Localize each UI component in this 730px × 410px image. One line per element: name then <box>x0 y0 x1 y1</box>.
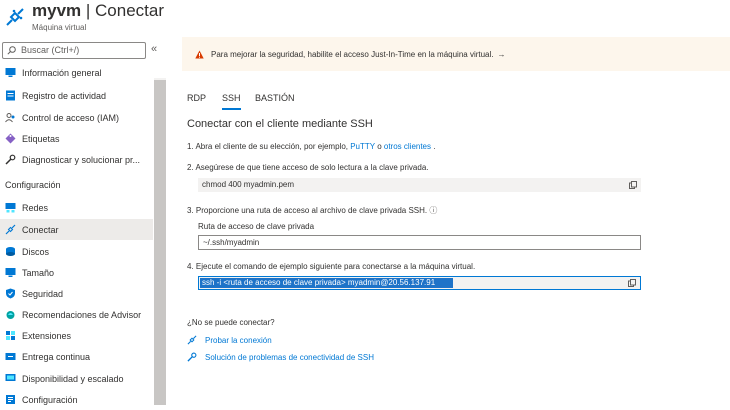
step-1: 1. Abra el cliente de su elección, por e… <box>187 142 435 151</box>
warning-icon <box>195 50 204 58</box>
tab-rdp[interactable]: RDP <box>187 93 206 103</box>
sidebar-item-label: Redes <box>22 202 49 213</box>
network-icon <box>5 203 16 213</box>
people-icon <box>5 113 15 123</box>
step-3: 3. Proporcione una ruta de acceso al arc… <box>187 205 437 216</box>
sidebar-item-entrega-continua[interactable]: Entrega continua <box>0 346 153 367</box>
sidebar-item-etiquetas[interactable]: Etiquetas <box>0 128 153 149</box>
sidebar-item-extensiones[interactable]: Extensiones <box>0 325 153 346</box>
availability-icon <box>5 374 16 381</box>
sidebar-item-label: Seguridad <box>22 288 64 299</box>
sidebar-scroll-thumb[interactable] <box>154 80 166 405</box>
sidebar-item-tamano[interactable]: Tamaño <box>0 262 153 283</box>
wrench-icon <box>5 154 16 165</box>
tab-bastion[interactable]: BASTIÓN <box>255 93 295 103</box>
search-icon <box>7 46 16 55</box>
sidebar-item-label: Tamaño <box>22 267 55 278</box>
activity-log-icon <box>6 90 15 101</box>
connect-icon <box>5 224 16 235</box>
tag-icon <box>5 133 16 144</box>
sidebar-item-diagnosticar[interactable]: Diagnosticar y solucionar pr... <box>0 149 153 170</box>
test-connection-label: Probar la conexión <box>205 335 272 345</box>
step-1-suffix: . <box>431 142 436 151</box>
page-title-text: Conectar <box>95 1 164 20</box>
step-3-text: 3. Proporcione una ruta de acceso al arc… <box>187 206 428 215</box>
sidebar-item-control-acceso[interactable]: Control de acceso (IAM) <box>0 107 153 128</box>
page-header: myvm | Conectar Máquina virtual <box>0 0 730 36</box>
key-path-input[interactable]: ~/.ssh/myadmin <box>198 235 641 250</box>
copy-icon[interactable] <box>628 279 636 287</box>
banner-text: Para mejorar la seguridad, habilite el a… <box>211 49 494 59</box>
disk-icon <box>6 247 15 256</box>
jit-banner[interactable]: Para mejorar la seguridad, habilite el a… <box>182 37 730 71</box>
sidebar-item-disponibilidad[interactable]: Disponibilidad y escalado <box>0 368 153 389</box>
section-title: Conectar con el cliente mediante SSH <box>187 118 373 130</box>
sidebar-item-label: Registro de actividad <box>22 90 107 101</box>
connect-icon <box>6 8 24 26</box>
sidebar-item-label: Configuración <box>22 394 78 405</box>
title-separator: | <box>81 1 96 20</box>
wrench-icon <box>187 352 197 362</box>
step-4: 4. Ejecute el comando de ejemplo siguien… <box>187 262 476 271</box>
sidebar-item-informacion-general[interactable]: Información general <box>0 62 153 83</box>
sidebar-item-discos[interactable]: Discos <box>0 241 153 262</box>
chmod-command: chmod 400 myadmin.pem <box>202 180 295 189</box>
troubleshoot-ssh-link[interactable]: Solución de problemas de conectividad de… <box>187 352 374 362</box>
sidebar-item-label: Información general <box>22 67 102 78</box>
sidebar-item-configuracion[interactable]: Configuración <box>0 389 153 410</box>
test-connection-link[interactable]: Probar la conexión <box>187 335 272 345</box>
monitor-icon <box>5 268 16 277</box>
sidebar-item-label: Diagnosticar y solucionar pr... <box>22 154 141 165</box>
sidebar-item-label: Extensiones <box>22 330 72 341</box>
info-icon[interactable]: ⓘ <box>429 206 437 215</box>
collapse-sidebar-button[interactable]: « <box>151 43 157 55</box>
sidebar-item-label: Recomendaciones de Advisor <box>22 309 142 320</box>
page-title: myvm | Conectar <box>32 1 164 21</box>
advisor-icon <box>6 311 15 319</box>
ssh-command[interactable]: ssh -i <ruta de acceso de clave privada>… <box>200 278 453 288</box>
step-1-prefix: 1. Abra el cliente de su elección, por e… <box>187 142 351 151</box>
step-2: 2. Asegúrese de que tiene acceso de solo… <box>187 163 429 172</box>
step-1-or: o <box>374 142 384 151</box>
other-clients-link[interactable]: otros clientes <box>384 142 431 151</box>
sidebar: Buscar (Ctrl+/) « Información general Re… <box>0 40 168 405</box>
sidebar-item-label: Conectar <box>22 224 59 235</box>
troubleshoot-ssh-label: Solución de problemas de conectividad de… <box>205 352 374 362</box>
tab-ssh[interactable]: SSH <box>222 93 241 110</box>
sidebar-item-label: Etiquetas <box>22 133 60 144</box>
sidebar-item-advisor[interactable]: Recomendaciones de Advisor <box>0 304 153 325</box>
monitor-icon <box>5 68 16 77</box>
shield-icon <box>6 288 15 299</box>
search-input[interactable]: Buscar (Ctrl+/) <box>2 42 146 59</box>
ssh-command-box[interactable]: ssh -i <ruta de acceso de clave privada>… <box>198 276 641 290</box>
sidebar-item-conectar[interactable]: Conectar <box>0 219 153 240</box>
copy-icon[interactable] <box>629 181 637 189</box>
delivery-icon <box>5 353 16 360</box>
chmod-command-box[interactable]: chmod 400 myadmin.pem <box>198 178 641 192</box>
sidebar-item-label: Discos <box>22 246 50 257</box>
config-icon <box>6 395 15 404</box>
vm-name: myvm <box>32 1 82 20</box>
extensions-icon <box>6 331 15 340</box>
sidebar-scrollbar[interactable] <box>154 78 166 405</box>
key-path-label: Ruta de acceso de clave privada <box>198 222 315 231</box>
sidebar-item-redes[interactable]: Redes <box>0 197 153 218</box>
sidebar-item-label: Entrega continua <box>22 351 91 362</box>
sidebar-item-label: Control de acceso (IAM) <box>22 112 120 123</box>
sidebar-item-seguridad[interactable]: Seguridad <box>0 283 153 304</box>
page-subtitle: Máquina virtual <box>32 23 87 32</box>
putty-link[interactable]: PuTTY <box>350 142 375 151</box>
arrow-right-icon: → <box>497 49 506 59</box>
sidebar-item-label: Disponibilidad y escalado <box>22 373 124 384</box>
connect-icon <box>187 335 197 345</box>
search-placeholder: Buscar (Ctrl+/) <box>21 45 80 55</box>
sidebar-item-registro-actividad[interactable]: Registro de actividad <box>0 85 153 106</box>
section-configuracion: Configuración <box>5 180 61 190</box>
cant-connect-heading: ¿No se puede conectar? <box>187 318 275 327</box>
